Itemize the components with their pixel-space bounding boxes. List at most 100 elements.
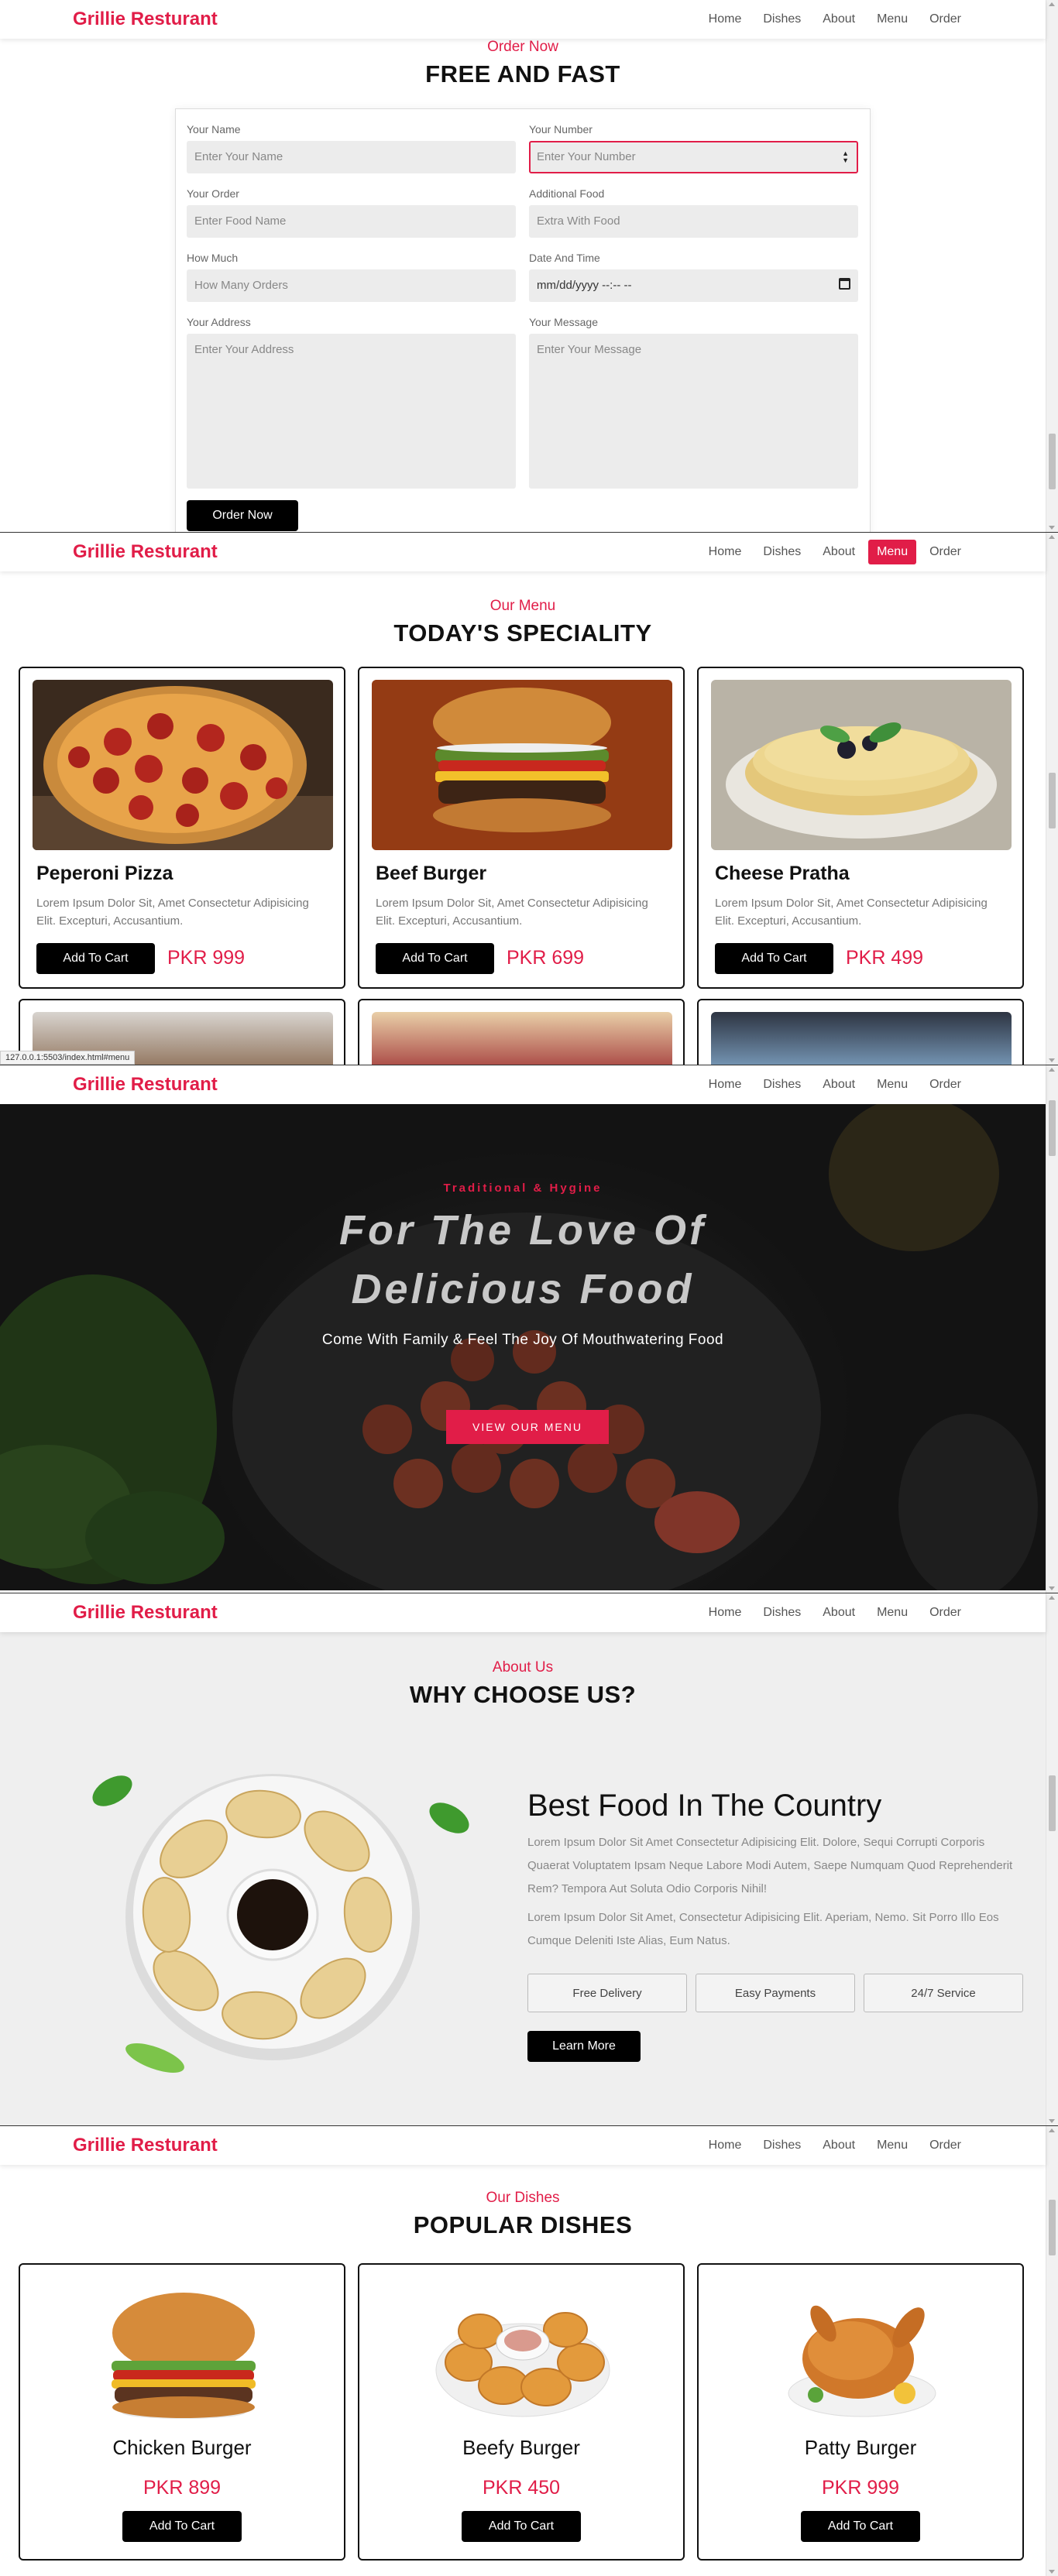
add-to-cart-button[interactable]: Add To Cart — [376, 943, 494, 974]
nav-menu[interactable]: Menu — [868, 1600, 916, 1625]
view-menu-button[interactable]: VIEW OUR MENU — [446, 1410, 609, 1444]
scroll-thumb[interactable] — [1049, 1100, 1056, 1156]
nav-order[interactable]: Order — [921, 1072, 970, 1097]
nav-links: Home Dishes About Menu Order — [700, 540, 970, 564]
nav-about[interactable]: About — [814, 7, 864, 32]
add-to-cart-button[interactable]: Add To Cart — [36, 943, 155, 974]
order-form: Your Name Enter Your Name Your Number En… — [175, 108, 871, 532]
scroll-up-icon[interactable] — [1049, 2128, 1055, 2132]
scroll-thumb[interactable] — [1049, 2200, 1056, 2255]
nav-about[interactable]: About — [814, 1600, 864, 1625]
nav-order[interactable]: Order — [921, 2133, 970, 2158]
scroll-down-icon[interactable] — [1049, 1058, 1055, 1062]
nav-menu[interactable]: Menu — [868, 2133, 916, 2158]
nav-about[interactable]: About — [814, 1072, 864, 1097]
scrollbar[interactable] — [1046, 533, 1058, 1065]
name-input[interactable]: Enter Your Name — [187, 141, 516, 173]
scroll-up-icon[interactable] — [1049, 2, 1055, 6]
number-spinner-icon[interactable]: ▲ ▼ — [842, 150, 849, 164]
scrollbar[interactable] — [1046, 1593, 1058, 2125]
brand-logo[interactable]: Grillie Resturant — [73, 9, 218, 30]
navbar: Grillie Resturant Home Dishes About Menu… — [0, 1593, 1046, 1632]
scroll-up-icon[interactable] — [1049, 535, 1055, 539]
nav-about[interactable]: About — [814, 540, 864, 564]
scroll-up-icon[interactable] — [1049, 1596, 1055, 1600]
dish-card: Chicken Burger PKR 899 Add To Cart — [19, 2263, 345, 2561]
brand-logo[interactable]: Grillie Resturant — [73, 541, 218, 563]
nav-order[interactable]: Order — [921, 540, 970, 564]
datetime-placeholder: mm/dd/yyyy --:-- -- — [537, 279, 632, 292]
scroll-down-icon[interactable] — [1049, 2119, 1055, 2123]
nav-links: Home Dishes About Menu Order — [700, 1600, 970, 1625]
number-label: Your Number — [529, 123, 593, 135]
number-field-group: Your Number Enter Your Number ▲ ▼ — [529, 123, 858, 173]
status-url: 127.0.0.1:5503/index.html#menu — [0, 1051, 136, 1065]
number-placeholder: Enter Your Number — [537, 150, 636, 163]
scroll-down-icon[interactable] — [1049, 2570, 1055, 2574]
nav-dishes[interactable]: Dishes — [754, 7, 809, 32]
nav-menu[interactable]: Menu — [868, 7, 916, 32]
nav-menu[interactable]: Menu — [868, 1072, 916, 1097]
nav-dishes[interactable]: Dishes — [754, 1600, 809, 1625]
calendar-icon[interactable] — [839, 278, 850, 290]
brand-logo[interactable]: Grillie Resturant — [73, 2135, 218, 2156]
nav-order[interactable]: Order — [921, 1600, 970, 1625]
nuggets-image — [435, 2312, 610, 2417]
nav-order[interactable]: Order — [921, 7, 970, 32]
hero-title: For The Love Of Delicious Food — [0, 1201, 1046, 1319]
scroll-thumb[interactable] — [1049, 434, 1056, 489]
menu-item-title: Beef Burger — [376, 863, 487, 884]
datetime-input[interactable]: mm/dd/yyyy --:-- -- — [529, 269, 858, 302]
brand-logo[interactable]: Grillie Resturant — [73, 1074, 218, 1096]
scroll-thumb[interactable] — [1049, 1775, 1056, 1831]
nav-home[interactable]: Home — [700, 1600, 751, 1625]
add-to-cart-button[interactable]: Add To Cart — [715, 943, 833, 974]
nav-links: Home Dishes About Menu Order — [700, 7, 970, 32]
scroll-down-icon[interactable] — [1049, 526, 1055, 530]
add-to-cart-button[interactable]: Add To Cart — [122, 2511, 242, 2542]
quantity-input[interactable]: How Many Orders — [187, 269, 516, 302]
nav-menu[interactable]: Menu — [868, 540, 917, 564]
menu-item-title: Peperoni Pizza — [36, 863, 173, 884]
chicken-burger-image — [112, 2293, 256, 2419]
nav-home[interactable]: Home — [700, 7, 751, 32]
hero-banner: Traditional & Hygine For The Love Of Del… — [0, 1104, 1046, 1590]
scroll-up-icon[interactable] — [1049, 1068, 1055, 1072]
order-screen: Grillie Resturant Home Dishes About Menu… — [0, 0, 1058, 532]
scroll-down-icon[interactable] — [1049, 1586, 1055, 1590]
order-now-button[interactable]: Order Now — [187, 500, 298, 531]
dish-title: Beefy Burger — [462, 2436, 580, 2459]
hero-title-line1: For The Love Of — [338, 1207, 707, 1254]
additional-food-input[interactable]: Extra With Food — [529, 205, 858, 238]
nav-home[interactable]: Home — [700, 1072, 751, 1097]
food-name-input[interactable]: Enter Food Name — [187, 205, 516, 238]
nav-dishes[interactable]: Dishes — [754, 2133, 809, 2158]
nav-home[interactable]: Home — [700, 540, 751, 564]
hero-title-line2: Delicious Food — [351, 1266, 695, 1312]
momos-plate-image — [92, 1774, 469, 2073]
nav-about[interactable]: About — [814, 2133, 864, 2158]
nav-home[interactable]: Home — [700, 2133, 751, 2158]
hero-text: Come With Family & Feel The Joy Of Mouth… — [321, 1332, 724, 1348]
message-field-group: Your Message Enter Your Message — [529, 316, 858, 489]
nav-dishes[interactable]: Dishes — [754, 1072, 809, 1097]
about-kicker: About Us — [492, 1659, 554, 1676]
number-input[interactable]: Enter Your Number ▲ ▼ — [529, 141, 858, 173]
menu-item-price: PKR 499 — [846, 947, 924, 969]
add-to-cart-button[interactable]: Add To Cart — [801, 2511, 920, 2542]
menu-screen: Grillie Resturant Home Dishes About Menu… — [0, 532, 1058, 1065]
learn-more-button[interactable]: Learn More — [527, 2031, 641, 2062]
add-to-cart-button[interactable]: Add To Cart — [462, 2511, 581, 2542]
scrollbar[interactable] — [1046, 2126, 1058, 2576]
nav-dishes[interactable]: Dishes — [754, 540, 809, 564]
menu-card: Cheese Pratha Lorem Ipsum Dolor Sit, Ame… — [697, 667, 1024, 989]
brand-logo[interactable]: Grillie Resturant — [73, 1602, 218, 1624]
scrollbar[interactable] — [1046, 0, 1058, 532]
scrollbar[interactable] — [1046, 1065, 1058, 1593]
dish-title: Patty Burger — [804, 2436, 917, 2459]
address-textarea[interactable]: Enter Your Address — [187, 334, 516, 489]
scroll-thumb[interactable] — [1049, 773, 1056, 828]
message-textarea[interactable]: Enter Your Message — [529, 334, 858, 489]
pratha-image — [711, 680, 1012, 850]
dishes-kicker: Our Dishes — [486, 2190, 560, 2206]
